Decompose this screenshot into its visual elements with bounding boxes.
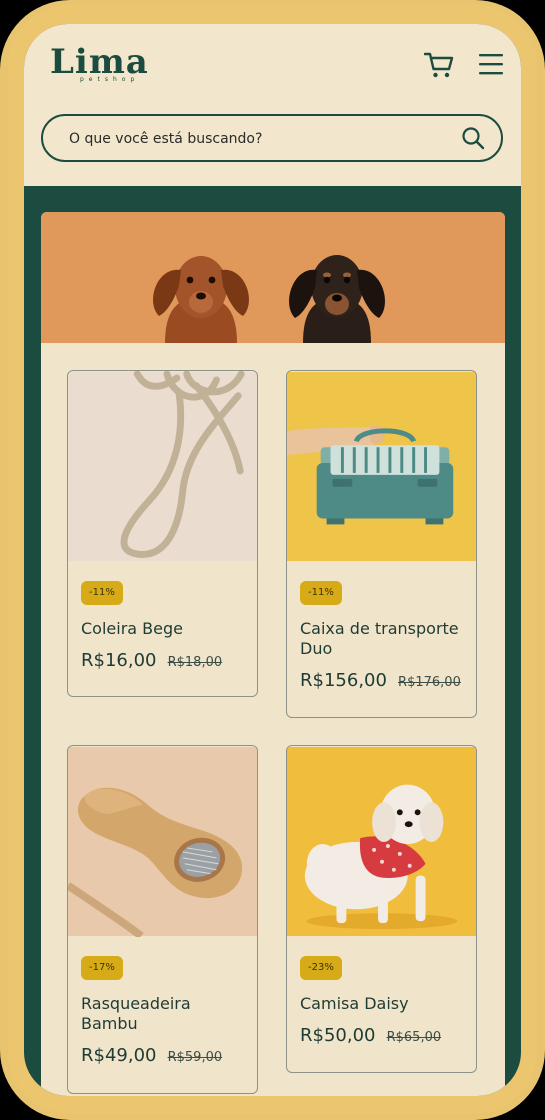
product-price: R$16,00: [81, 650, 157, 671]
product-image-leash: [68, 371, 257, 561]
product-old-price: R$59,00: [167, 1050, 223, 1065]
price-row: R$50,00 R$65,00: [300, 1025, 441, 1046]
price-row: R$156,00 R$176,00: [300, 670, 461, 691]
product-price: R$50,00: [300, 1025, 376, 1046]
discount-badge: -11%: [300, 581, 342, 605]
discount-badge: -11%: [81, 581, 123, 605]
product-card[interactable]: -17% Rasqueadeira Bambu R$49,00 R$59,00: [67, 745, 258, 1094]
product-old-price: R$176,00: [398, 675, 461, 690]
product-card[interactable]: -11% Caixa de transporte Duo R$156,00 R$…: [286, 370, 477, 718]
menu-icon[interactable]: [478, 52, 504, 76]
discount-badge: -23%: [300, 956, 342, 980]
product-image-dog-shirt: [287, 747, 476, 936]
product-name[interactable]: Coleira Bege: [81, 619, 251, 639]
search-icon[interactable]: [461, 126, 485, 150]
product-old-price: R$65,00: [386, 1030, 442, 1045]
price-row: R$16,00 R$18,00: [81, 650, 222, 671]
search-bar: [41, 114, 503, 162]
product-price: R$156,00: [300, 670, 387, 691]
brand-sub: petshop: [80, 76, 140, 83]
cart-icon[interactable]: [424, 51, 454, 79]
product-old-price: R$18,00: [167, 655, 223, 670]
content-panel: -11% Coleira Bege R$16,00 R$18,00 -11% C…: [41, 212, 505, 1096]
product-name[interactable]: Rasqueadeira Bambu: [81, 994, 251, 1034]
product-card[interactable]: -11% Coleira Bege R$16,00 R$18,00: [67, 370, 258, 697]
product-image-brush: [68, 747, 257, 940]
discount-badge: -17%: [81, 956, 123, 980]
header: Lima petshop: [24, 24, 521, 186]
search-input[interactable]: [67, 127, 451, 151]
phone-frame: Lima petshop O que você está buscando? -…: [0, 0, 545, 1120]
product-card[interactable]: -23% Camisa Daisy R$50,00 R$65,00: [286, 745, 477, 1073]
product-name[interactable]: Caixa de transporte Duo: [300, 619, 470, 659]
app-screen: Lima petshop O que você está buscando? -…: [24, 24, 521, 1096]
price-row: R$49,00 R$59,00: [81, 1045, 222, 1066]
product-price: R$49,00: [81, 1045, 157, 1066]
product-name[interactable]: Camisa Daisy: [300, 994, 470, 1014]
brand-logo[interactable]: Lima petshop: [50, 42, 149, 83]
hero-banner[interactable]: [41, 212, 505, 343]
product-image-carrier: [287, 372, 476, 561]
